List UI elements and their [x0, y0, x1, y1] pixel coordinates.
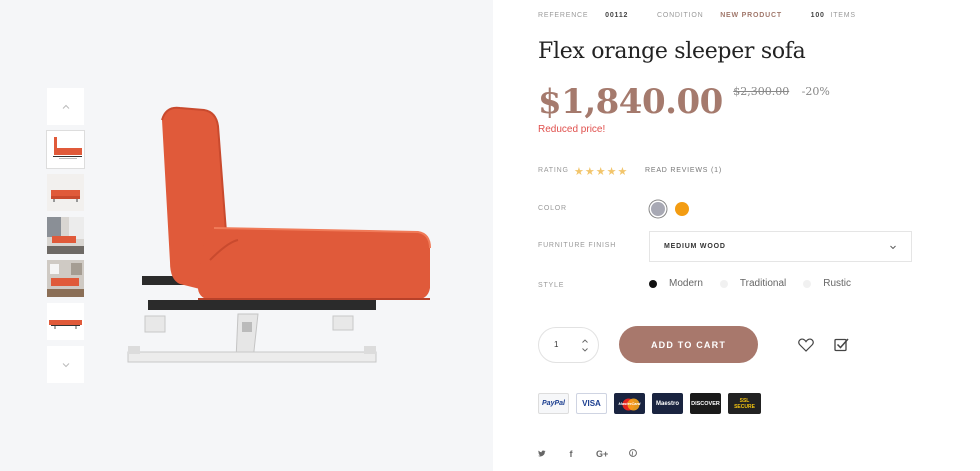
add-to-cart-button[interactable]: ADD TO CART — [619, 326, 758, 363]
thumbnail-down-button[interactable] — [47, 346, 84, 383]
style-option-modern[interactable]: Modern — [649, 278, 703, 289]
rating-label: RATING — [538, 167, 569, 174]
radio-dot — [803, 279, 812, 288]
sofa-side-thumbnail — [53, 137, 82, 159]
discover-icon: DISCOVER — [690, 393, 721, 414]
sofa-front-thumbnail — [47, 174, 84, 211]
facebook-icon[interactable]: f — [567, 449, 575, 459]
quantity-increase-icon[interactable] — [581, 338, 589, 344]
thumbnail-side-view[interactable] — [46, 130, 85, 169]
style-option-label: Modern — [669, 278, 703, 289]
radio-dot — [719, 279, 728, 288]
color-swatch-grey[interactable] — [651, 202, 665, 216]
quantity-stepper[interactable]: 1 — [538, 327, 599, 363]
sofa-living-thumbnail — [47, 260, 84, 297]
heart-icon[interactable] — [798, 338, 814, 352]
style-option-label: Traditional — [739, 278, 787, 289]
payment-methods: PayPal VISA MasterCard Maestro DISCOVER … — [538, 393, 768, 414]
style-label: STYLE — [538, 282, 565, 289]
finish-label: FURNITURE FINISH — [538, 242, 617, 249]
thumbnail-front-view[interactable] — [47, 174, 84, 211]
sofa-flat-thumbnail — [49, 320, 82, 329]
visa-icon: VISA — [576, 393, 607, 414]
product-main-image[interactable] — [118, 92, 448, 382]
color-swatch-orange[interactable] — [675, 202, 689, 216]
maestro-icon: Maestro — [652, 393, 683, 414]
thumbnail-flat-view[interactable] — [47, 303, 84, 340]
rating-stars: ★★★★★ — [574, 166, 629, 178]
style-option-label: Rustic — [823, 278, 852, 289]
read-reviews-link[interactable]: READ REVIEWS (1) — [645, 167, 722, 174]
ssl-secure-label: SECURE — [734, 403, 755, 410]
thumbnail-living-room[interactable] — [47, 260, 84, 297]
twitter-icon[interactable] — [538, 449, 546, 459]
thumbnail-room-view[interactable] — [47, 217, 84, 254]
condition-label: CONDITION — [656, 12, 704, 19]
style-option-rustic[interactable]: Rustic — [803, 278, 851, 289]
mastercard-label: MasterCard — [618, 401, 641, 406]
radio-dot — [649, 279, 657, 288]
pinterest-icon[interactable] — [629, 449, 637, 459]
condition-value: NEW PRODUCT — [720, 12, 782, 19]
google-plus-icon[interactable]: G+ — [596, 449, 608, 459]
product-gallery — [0, 0, 493, 471]
stock-unit: ITEMS — [830, 12, 856, 19]
quantity-value[interactable]: 1 — [554, 340, 558, 349]
finish-select[interactable]: MEDIUM WOOD — [649, 231, 912, 262]
style-options: Modern Traditional Rustic — [649, 278, 868, 289]
finish-selected-value: MEDIUM WOOD — [664, 243, 726, 250]
reduced-price-note: Reduced price! — [538, 124, 606, 135]
current-price: $1,840.00 — [538, 82, 723, 122]
ssl-secure-icon: SSL SECURE — [728, 393, 761, 414]
price-row: $1,840.00 $2,300.00 -20% — [538, 82, 830, 122]
thumbnail-up-button[interactable] — [47, 88, 84, 125]
quantity-decrease-icon[interactable] — [581, 347, 589, 353]
style-option-traditional[interactable]: Traditional — [719, 278, 787, 289]
compare-checkbox-icon[interactable] — [834, 337, 849, 352]
sofa-room-thumbnail — [47, 217, 84, 254]
mastercard-icon: MasterCard — [614, 393, 645, 414]
old-price: $2,300.00 — [733, 85, 790, 98]
product-meta: REFERENCE 00112 CONDITION NEW PRODUCT 10… — [538, 12, 856, 19]
discount-badge: -20% — [801, 85, 830, 98]
chevron-up-icon — [62, 104, 69, 109]
chevron-down-icon — [62, 362, 69, 367]
chevron-down-icon — [890, 245, 896, 250]
reference-label: REFERENCE — [538, 12, 589, 19]
thumbnail-strip — [46, 88, 85, 383]
paypal-icon: PayPal — [538, 393, 569, 414]
social-share: f G+ — [538, 449, 658, 459]
stock-value: 100 — [810, 12, 825, 19]
color-label: COLOR — [538, 205, 567, 212]
reference-value: 00112 — [605, 12, 629, 19]
product-title: Flex orange sleeper sofa — [538, 39, 806, 64]
